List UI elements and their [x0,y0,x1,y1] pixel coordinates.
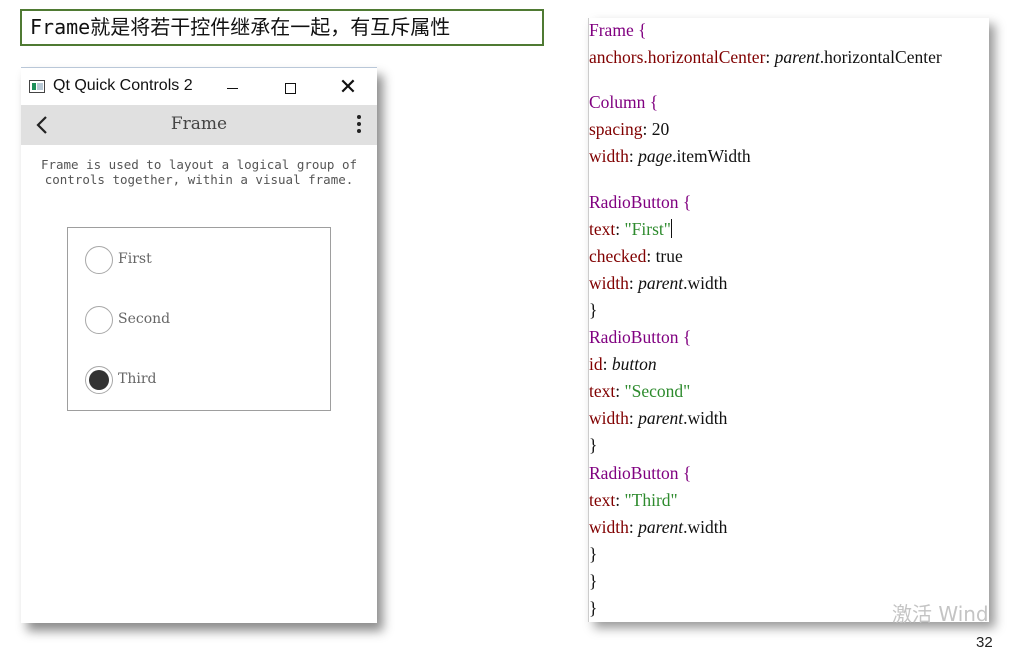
page-number: 32 [976,634,993,651]
code-line: RadioButton { [589,463,692,483]
code-line: text: "Third" [589,490,678,510]
text-caret [670,219,672,238]
page-description: Frame is used to layout a logical group … [40,157,358,187]
code-line: RadioButton { [589,192,692,212]
radio-indicator-checked[interactable] [85,366,113,394]
radio-indicator[interactable] [85,246,113,274]
minimize-icon [226,87,238,89]
app-toolbar: Frame [21,105,377,145]
app-window: Qt Quick Controls 2 ✕ Frame Frame is use… [21,67,377,623]
code-line: checked: true [589,246,683,266]
slide-caption: Frame就是将若干控件继承在一起，有互斥属性 [20,9,544,46]
more-vert-icon [357,115,361,119]
code-panel: Frame { anchors.horizontalCenter: parent… [588,18,989,626]
code-line: width: page.itemWidth [589,146,751,166]
radio-first[interactable]: First [85,246,285,274]
app-icon [29,80,45,93]
code-line: } [589,598,598,618]
close-icon: ✕ [338,74,358,99]
radio-frame: First Second Third [67,227,331,411]
menu-button[interactable] [349,113,369,139]
code-line: Frame { [589,20,647,40]
radio-indicator[interactable] [85,306,113,334]
code-line: RadioButton { [589,327,692,347]
activation-watermark: 激活 Wind [892,602,989,626]
window-titlebar[interactable]: Qt Quick Controls 2 ✕ [21,67,377,105]
radio-label: First [118,251,152,267]
radio-label: Third [118,371,157,387]
code-line: } [589,571,598,591]
code-line: text: "First" [589,219,672,239]
code-line: } [589,435,598,455]
maximize-button[interactable] [267,68,313,106]
code-line: id: button [589,354,657,374]
code-line: text: "Second" [589,381,691,401]
maximize-icon [284,82,296,94]
close-button[interactable]: ✕ [325,68,371,106]
code-line: anchors.horizontalCenter: parent.horizon… [589,47,942,67]
code-line: spacing: 20 [589,119,670,139]
code-line: } [589,300,598,320]
code-line: width: parent.width [589,408,728,428]
radio-second[interactable]: Second [85,306,285,334]
radio-label: Second [118,311,171,327]
toolbar-title: Frame [170,114,228,134]
code-line: Column { [589,92,659,112]
code-line: } [589,544,598,564]
code-line: width: parent.width [589,273,728,293]
radio-third[interactable]: Third [85,366,285,394]
code-line: width: parent.width [589,517,728,537]
window-title: Qt Quick Controls 2 [53,77,193,94]
minimize-button[interactable] [209,68,255,106]
